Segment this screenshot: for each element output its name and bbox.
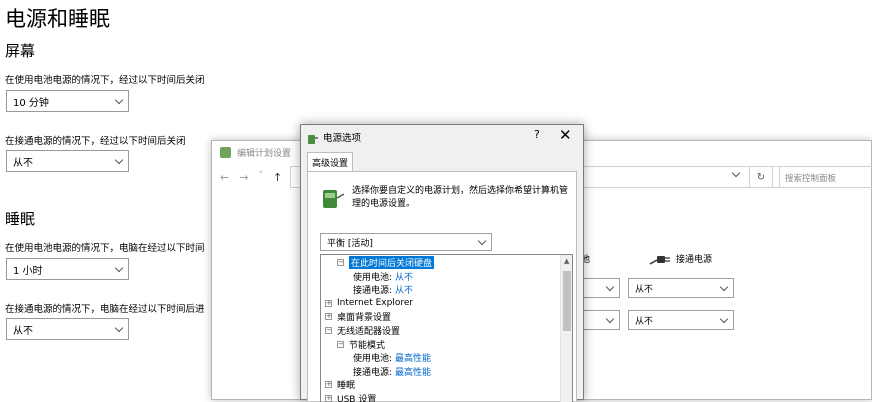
tree-item-label: Internet Explorer xyxy=(337,298,414,309)
tree-item-value[interactable]: 最高性能 xyxy=(395,365,431,378)
sleep-battery-value: 1 小时 xyxy=(13,265,43,277)
screen-battery-dropdown[interactable]: 10 分钟 xyxy=(6,90,129,112)
sleep-battery-dropdown[interactable]: 1 小时 xyxy=(6,258,129,280)
sleep-plugged-label: 在接通电源的情况下，电脑在经过以下时间后进 xyxy=(5,304,205,315)
chevron-down-icon xyxy=(114,155,124,164)
tree-item[interactable]: + 桌面背景设置 xyxy=(325,310,391,323)
tree-item-value[interactable]: 从不 xyxy=(395,283,413,296)
refresh-button[interactable]: ↻ xyxy=(749,166,773,188)
scroll-up-icon[interactable]: ▲ xyxy=(564,257,569,265)
plan-dropdown[interactable]: 平衡 [活动] xyxy=(320,233,492,251)
tree-item[interactable]: 接通电源: 从不 xyxy=(353,283,413,296)
sleep-plugged-cp-value: 从不 xyxy=(635,316,654,327)
window-titlebar: 编辑计划设置 xyxy=(220,146,291,159)
display-plugged-value: 从不 xyxy=(635,284,654,295)
tree-item-label: 在此时间后关闭硬盘 xyxy=(349,256,435,269)
tree-item-value[interactable]: 从不 xyxy=(395,270,413,283)
screen-plugged-value: 从不 xyxy=(13,157,33,169)
chevron-down-icon xyxy=(719,314,729,323)
screen-battery-label: 在使用电池电源的情况下，经过以下时间后关闭 xyxy=(5,75,205,86)
plug-icon xyxy=(649,251,671,265)
sleep-heading: 睡眠 xyxy=(5,210,36,228)
tree-item-label: 使用电池: xyxy=(353,272,393,283)
display-plugged-dropdown[interactable]: 从不 xyxy=(628,278,734,298)
screen-plugged-label: 在接通电源的情况下，经过以下时间后关闭 xyxy=(5,136,186,147)
power-options-dialog: 电源选项 ? ✕ 高级设置 选择你要自定义的电源计划，然后选择你希望计算机管理的… xyxy=(300,124,584,402)
expand-icon[interactable]: + xyxy=(325,313,332,321)
scrollbar-thumb[interactable] xyxy=(563,271,571,331)
tree-item-label: 节能模式 xyxy=(349,340,386,351)
advanced-settings-pane: 选择你要自定义的电源计划，然后选择你希望计算机管理的电源设置。 平衡 [活动] … xyxy=(307,171,577,402)
tree-item[interactable]: + USB 设置 xyxy=(325,392,376,402)
intro-text: 选择你要自定义的电源计划，然后选择你希望计算机管理的电源设置。 xyxy=(352,186,569,209)
recent-locations-icon[interactable]: ˅ xyxy=(258,171,263,184)
screen-plugged-dropdown[interactable]: 从不 xyxy=(6,150,129,172)
tree-item[interactable]: 使用电池: 最高性能 xyxy=(353,351,431,364)
dialog-title: 电源选项 xyxy=(323,133,362,144)
forward-arrow-icon[interactable]: → xyxy=(239,171,248,184)
back-arrow-icon[interactable]: ← xyxy=(220,171,229,184)
collapse-icon[interactable]: − xyxy=(325,327,332,334)
tree-item-label: 睡眠 xyxy=(337,381,356,392)
tree-item-label: 使用电池: xyxy=(353,354,393,365)
search-input[interactable]: 搜索控制面板 xyxy=(779,166,872,188)
tree-item[interactable]: 接通电源: 最高性能 xyxy=(353,365,431,378)
chevron-down-icon xyxy=(114,263,124,272)
tree-item-label: 接通电源: xyxy=(353,367,393,378)
tree-item-label: 接通电源: xyxy=(353,286,393,297)
chevron-down-icon xyxy=(114,323,124,332)
close-button[interactable]: ✕ xyxy=(559,126,572,144)
tree-item[interactable]: − 节能模式 xyxy=(337,338,385,351)
chevron-down-icon xyxy=(114,95,124,104)
screen-battery-value: 10 分钟 xyxy=(13,97,49,109)
chevron-down-icon xyxy=(719,282,729,291)
navigation-bar: ← → ˅ ↑ xyxy=(220,171,282,184)
refresh-icon: ↻ xyxy=(756,171,766,183)
screen-heading: 屏幕 xyxy=(5,42,36,60)
power-options-icon xyxy=(307,130,319,144)
chevron-down-icon[interactable] xyxy=(731,168,741,178)
tab-advanced-settings[interactable]: 高级设置 xyxy=(307,152,353,172)
chevron-down-icon xyxy=(605,314,615,323)
scrollbar[interactable]: ▲ xyxy=(560,255,572,402)
power-plan-icon xyxy=(220,147,231,158)
settings-tree[interactable]: ▲ − 在此时间后关闭硬盘 使用电池: 从不 接通电源: 从不 + Internet Expl… xyxy=(320,254,573,402)
tree-item[interactable]: + Internet Explorer xyxy=(325,297,413,310)
tree-item-label: USB 设置 xyxy=(337,395,377,402)
power-plan-icon xyxy=(320,184,346,212)
sleep-plugged-value: 从不 xyxy=(13,325,33,337)
tree-item[interactable]: − 无线适配器设置 xyxy=(325,324,400,337)
page-title: 电源和睡眠 xyxy=(5,7,110,31)
tree-item[interactable]: + 睡眠 xyxy=(325,378,355,391)
tree-item[interactable]: 使用电池: 从不 xyxy=(353,270,413,283)
tree-item-label: 桌面背景设置 xyxy=(337,313,392,324)
up-arrow-icon[interactable]: ↑ xyxy=(273,171,282,184)
tree-item-label: 无线适配器设置 xyxy=(337,327,401,337)
tree-item-value[interactable]: 最高性能 xyxy=(395,351,431,364)
expand-icon[interactable]: + xyxy=(325,299,332,307)
plan-value: 平衡 [活动] xyxy=(327,238,373,249)
window-title: 编辑计划设置 xyxy=(237,149,292,159)
expand-icon[interactable]: + xyxy=(325,381,332,389)
sleep-battery-label: 在使用电池电源的情况下，电脑在经过以下时间 xyxy=(5,243,205,254)
chevron-down-icon xyxy=(477,236,487,245)
expand-icon[interactable]: + xyxy=(325,395,332,402)
help-button[interactable]: ? xyxy=(534,128,540,141)
sleep-plugged-dropdown[interactable]: 从不 xyxy=(6,318,129,340)
collapse-icon[interactable]: − xyxy=(337,259,344,266)
sleep-plugged-cp-dropdown[interactable]: 从不 xyxy=(628,310,734,330)
chevron-down-icon xyxy=(605,282,615,291)
plugged-column-header: 接通电源 xyxy=(676,255,713,265)
collapse-icon[interactable]: − xyxy=(337,340,344,348)
tree-item[interactable]: − 在此时间后关闭硬盘 xyxy=(337,256,435,269)
